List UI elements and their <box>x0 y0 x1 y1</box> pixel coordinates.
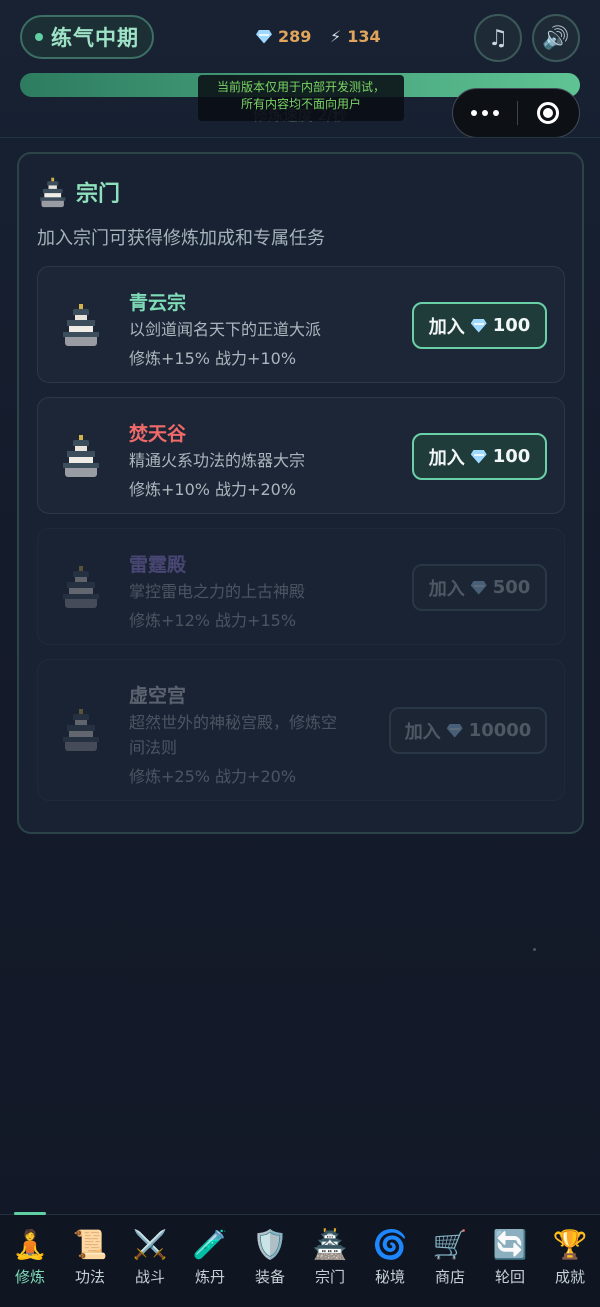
panel-title-text: 宗门 <box>76 182 121 207</box>
dot-icon <box>481 110 488 116</box>
nav-item-equipment[interactable]: 🛡️ 装备 <box>240 1228 300 1287</box>
join-cost: 100 <box>492 315 531 336</box>
shield-icon: 🛡️ <box>252 1228 288 1261</box>
nav-item-secret-realm[interactable]: 🌀 秘境 <box>360 1228 420 1287</box>
sect-description-line: 间法则 <box>129 738 178 757</box>
lightning-icon: ⚡ <box>330 27 342 46</box>
sect-card-locked: 虚空宫 超然世外的神秘宫殿，修炼空 间法则 修炼+25% 战力+20% 加入 1… <box>37 659 565 801</box>
nav-label: 秘境 <box>374 1268 405 1286</box>
sect-description: 掌控雷电之力的上古神殿 <box>129 582 306 601</box>
sect-description: 以剑道闻名天下的正道大派 <box>129 320 322 339</box>
sect-bonus: 修炼+25% 战力+20% <box>129 767 297 786</box>
more-options-button[interactable] <box>453 110 517 116</box>
sect-card-locked: 雷霆殿 掌控雷电之力的上古神殿 修炼+12% 战力+15% 加入 500 <box>37 528 565 645</box>
pagoda-icon <box>60 434 102 478</box>
nav-item-sect[interactable]: 🏯 宗门 <box>300 1228 360 1287</box>
trophy-icon: 🏆 <box>552 1228 588 1261</box>
sect-description: 精通火系功法的炼器大宗 <box>129 451 306 470</box>
gem-icon <box>471 450 487 464</box>
join-label: 加入 <box>428 316 465 338</box>
realm-badge[interactable]: 练气中期 <box>20 15 154 59</box>
sect-card: 焚天谷 精通火系功法的炼器大宗 修炼+10% 战力+20% 加入 100 <box>37 397 565 514</box>
energy-count: 134 <box>347 27 381 46</box>
pagoda-icon <box>38 177 66 207</box>
meditation-icon: 🧘 <box>12 1228 48 1261</box>
join-sect-button[interactable]: 加入 10000 <box>389 707 547 754</box>
nav-label: 修炼 <box>14 1268 45 1286</box>
join-label: 加入 <box>404 721 441 743</box>
notice-line: 当前版本仅用于内部开发测试， <box>216 80 385 94</box>
pagoda-icon <box>60 708 102 752</box>
cycle-icon: 🔄 <box>492 1228 528 1261</box>
nav-item-techniques[interactable]: 📜 功法 <box>60 1228 120 1287</box>
energy-counter: ⚡ 134 <box>330 27 381 46</box>
gem-icon <box>256 30 272 44</box>
panel-title: 宗门 <box>38 176 120 208</box>
nav-label: 宗门 <box>314 1268 345 1286</box>
nav-label: 炼丹 <box>194 1268 225 1286</box>
sect-name: 焚天谷 <box>129 423 187 445</box>
join-sect-button[interactable]: 加入 100 <box>412 433 547 480</box>
nav-label: 商店 <box>434 1268 465 1286</box>
nav-label: 功法 <box>74 1268 105 1286</box>
pagoda-icon: 🏯 <box>312 1228 348 1261</box>
join-cost: 10000 <box>468 720 532 741</box>
sect-card: 青云宗 以剑道闻名天下的正道大派 修炼+15% 战力+10% 加入 100 <box>37 266 565 383</box>
nav-item-achievements[interactable]: 🏆 成就 <box>540 1228 600 1287</box>
sect-description-line: 超然世外的神秘宫殿，修炼空 <box>129 713 338 732</box>
nav-label: 成就 <box>554 1268 585 1286</box>
sect-bonus: 修炼+15% 战力+10% <box>129 349 297 368</box>
gem-icon <box>471 319 487 333</box>
vortex-icon: 🌀 <box>372 1228 408 1261</box>
nav-label: 装备 <box>254 1268 285 1286</box>
speaker-icon: 🔊 <box>542 25 570 51</box>
sect-description: 超然世外的神秘宫殿，修炼空 间法则 <box>129 710 337 760</box>
nav-item-alchemy[interactable]: 🧪 炼丹 <box>180 1228 240 1287</box>
close-miniprogram-button[interactable] <box>517 102 579 124</box>
status-dot-icon <box>35 33 43 41</box>
panel-subtitle: 加入宗门可获得修炼加成和专属任务 <box>37 228 325 249</box>
cart-icon: 🛒 <box>432 1228 468 1261</box>
nav-item-reincarnation[interactable]: 🔄 轮回 <box>480 1228 540 1287</box>
gem-icon <box>471 581 487 595</box>
nav-item-cultivate[interactable]: 🧘 修炼 <box>0 1228 60 1287</box>
target-circle-icon <box>537 102 560 124</box>
miniprogram-capsule <box>452 88 580 138</box>
join-label: 加入 <box>428 578 465 600</box>
sect-name: 青云宗 <box>129 292 187 314</box>
dev-test-notice: 当前版本仅用于内部开发测试， 所有内容均不面向用户 <box>198 75 404 121</box>
potion-icon: 🧪 <box>192 1228 228 1261</box>
crossed-swords-icon: ⚔️ <box>132 1228 168 1261</box>
header-divider <box>0 137 600 138</box>
join-cost: 500 <box>492 577 531 598</box>
nav-active-indicator <box>14 1212 46 1215</box>
nav-label: 轮回 <box>494 1268 525 1286</box>
gem-icon <box>447 724 463 738</box>
dot-icon <box>470 110 477 116</box>
background-star <box>533 948 536 951</box>
gem-counter: 289 <box>256 27 311 46</box>
sound-button[interactable]: 🔊 <box>532 14 580 62</box>
music-icon: ♫ <box>488 25 508 51</box>
join-label: 加入 <box>428 447 465 469</box>
pagoda-icon <box>60 565 102 609</box>
join-cost: 100 <box>492 446 531 467</box>
sect-bonus: 修炼+10% 战力+20% <box>129 480 297 499</box>
join-sect-button[interactable]: 加入 100 <box>412 302 547 349</box>
nav-label: 战斗 <box>134 1268 165 1286</box>
sect-name: 虚空宫 <box>129 685 187 707</box>
dot-icon <box>492 110 499 116</box>
nav-item-shop[interactable]: 🛒 商店 <box>420 1228 480 1287</box>
sect-bonus: 修炼+12% 战力+15% <box>129 611 297 630</box>
notice-line: 所有内容均不面向用户 <box>240 97 361 111</box>
gem-count: 289 <box>278 27 312 46</box>
nav-item-battle[interactable]: ⚔️ 战斗 <box>120 1228 180 1287</box>
join-sect-button[interactable]: 加入 500 <box>412 564 547 611</box>
realm-label: 练气中期 <box>51 26 139 50</box>
scroll-icon: 📜 <box>72 1228 108 1261</box>
music-button[interactable]: ♫ <box>474 14 522 62</box>
pagoda-icon <box>60 303 102 347</box>
sect-name: 雷霆殿 <box>129 554 187 576</box>
